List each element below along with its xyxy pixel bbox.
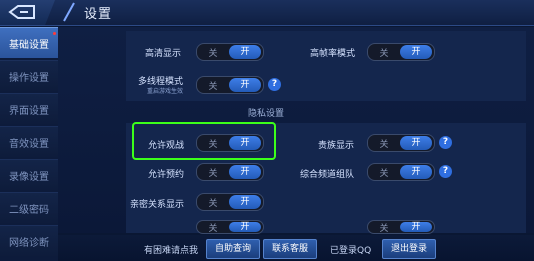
sidebar-item-label: 录像设置 — [9, 171, 49, 183]
noble-display-label: 贵族显示 — [318, 141, 355, 151]
multithread-sublabel: 重启游戏生效 — [147, 88, 184, 95]
hd-display-toggle[interactable]: 关 开 — [196, 43, 264, 61]
noble-display-toggle[interactable]: 关 开 — [367, 134, 435, 152]
toggle-on-label: 开 — [400, 136, 432, 150]
toggle-on-label: 开 — [400, 165, 432, 179]
logout-button[interactable]: 退出登录 — [382, 239, 437, 259]
display-section — [126, 31, 526, 101]
toggle-on-label: 开 — [229, 136, 261, 150]
multithread-help-icon[interactable]: ? — [268, 78, 281, 91]
multithread-title: 多线程模式 — [138, 77, 184, 87]
toggle-on-label: 开 — [400, 45, 432, 59]
partial-toggle-left[interactable]: 关 开 — [196, 220, 264, 234]
back-button[interactable] — [0, 0, 55, 25]
sidebar-item-label: 二级密码 — [9, 204, 49, 216]
allow-reserve-toggle[interactable]: 关 开 — [196, 163, 264, 181]
toggle-off-label: 关 — [379, 168, 389, 179]
bottom-bar: 有困难请点我 自助查询 联系客服 已登录QQ 退出登录 — [58, 235, 534, 261]
sidebar-item-interface[interactable]: 界面设置 — [0, 93, 58, 124]
sidebar-item-label: 音效设置 — [9, 138, 49, 150]
toggle-off-label: 关 — [208, 223, 218, 234]
sidebar-item-secondary-password[interactable]: 二级密码 — [0, 192, 58, 223]
relationship-display-label: 亲密关系显示 — [130, 200, 185, 210]
multithread-label: 多线程模式 重启游戏生效 — [138, 77, 183, 97]
toggle-off-label: 关 — [208, 48, 218, 59]
self-check-button[interactable]: 自助查询 — [206, 239, 261, 259]
sidebar-item-recording[interactable]: 录像设置 — [0, 159, 58, 190]
page-title: 设置 — [84, 7, 113, 22]
sidebar-item-label: 基础设置 — [9, 39, 49, 51]
privacy-section-title: 隐私设置 — [248, 109, 285, 119]
toggle-on-label: 开 — [229, 165, 261, 179]
sidebar-item-network-diagnosis[interactable]: 网络诊断 — [0, 225, 58, 256]
hd-display-label: 高清显示 — [145, 49, 182, 59]
toggle-off-label: 关 — [379, 139, 389, 150]
sidebar-item-label: 界面设置 — [9, 105, 49, 117]
toggle-on-label: 开 — [229, 45, 261, 59]
toggle-off-label: 关 — [208, 198, 218, 209]
logged-in-status: 已登录QQ — [330, 246, 372, 256]
sidebar-item-basic[interactable]: 基础设置 — [0, 27, 58, 58]
multithread-toggle[interactable]: 关 开 — [196, 76, 264, 94]
partial-toggle-right[interactable]: 关 开 — [367, 220, 435, 234]
help-prompt-text: 有困难请点我 — [144, 246, 199, 256]
allow-spectate-label: 允许观战 — [148, 141, 185, 151]
allow-spectate-toggle[interactable]: 关 开 — [196, 134, 264, 152]
channel-team-help-icon[interactable]: ? — [439, 165, 452, 178]
back-arrow-icon — [8, 5, 35, 19]
channel-team-label: 综合频道组队 — [300, 170, 355, 180]
toggle-on-label: 开 — [229, 195, 261, 209]
high-framerate-toggle[interactable]: 关 开 — [367, 43, 435, 61]
noble-display-help-icon[interactable]: ? — [439, 136, 452, 149]
toggle-on-label: 开 — [229, 78, 261, 92]
toggle-off-label: 关 — [208, 168, 218, 179]
relationship-display-toggle[interactable]: 关 开 — [196, 193, 264, 211]
toggle-off-label: 关 — [379, 223, 389, 234]
sidebar-item-operation[interactable]: 操作设置 — [0, 60, 58, 91]
sidebar-item-label: 操作设置 — [9, 72, 49, 84]
title-divider-icon — [63, 2, 75, 22]
toggle-on-label: 开 — [400, 222, 432, 232]
toggle-off-label: 关 — [208, 139, 218, 150]
sidebar-item-label: 网络诊断 — [9, 237, 49, 249]
toggle-off-label: 关 — [379, 48, 389, 59]
top-bar: 设置 — [0, 0, 534, 26]
contact-service-button[interactable]: 联系客服 — [263, 239, 318, 259]
toggle-off-label: 关 — [208, 81, 218, 92]
sidebar-item-sound[interactable]: 音效设置 — [0, 126, 58, 157]
settings-sidebar: 基础设置 操作设置 界面设置 音效设置 录像设置 二级密码 网络诊断 — [0, 27, 58, 261]
allow-reserve-label: 允许预约 — [148, 170, 185, 180]
channel-team-toggle[interactable]: 关 开 — [367, 163, 435, 181]
toggle-on-label: 开 — [229, 222, 261, 232]
high-framerate-label: 高帧率模式 — [310, 49, 356, 59]
